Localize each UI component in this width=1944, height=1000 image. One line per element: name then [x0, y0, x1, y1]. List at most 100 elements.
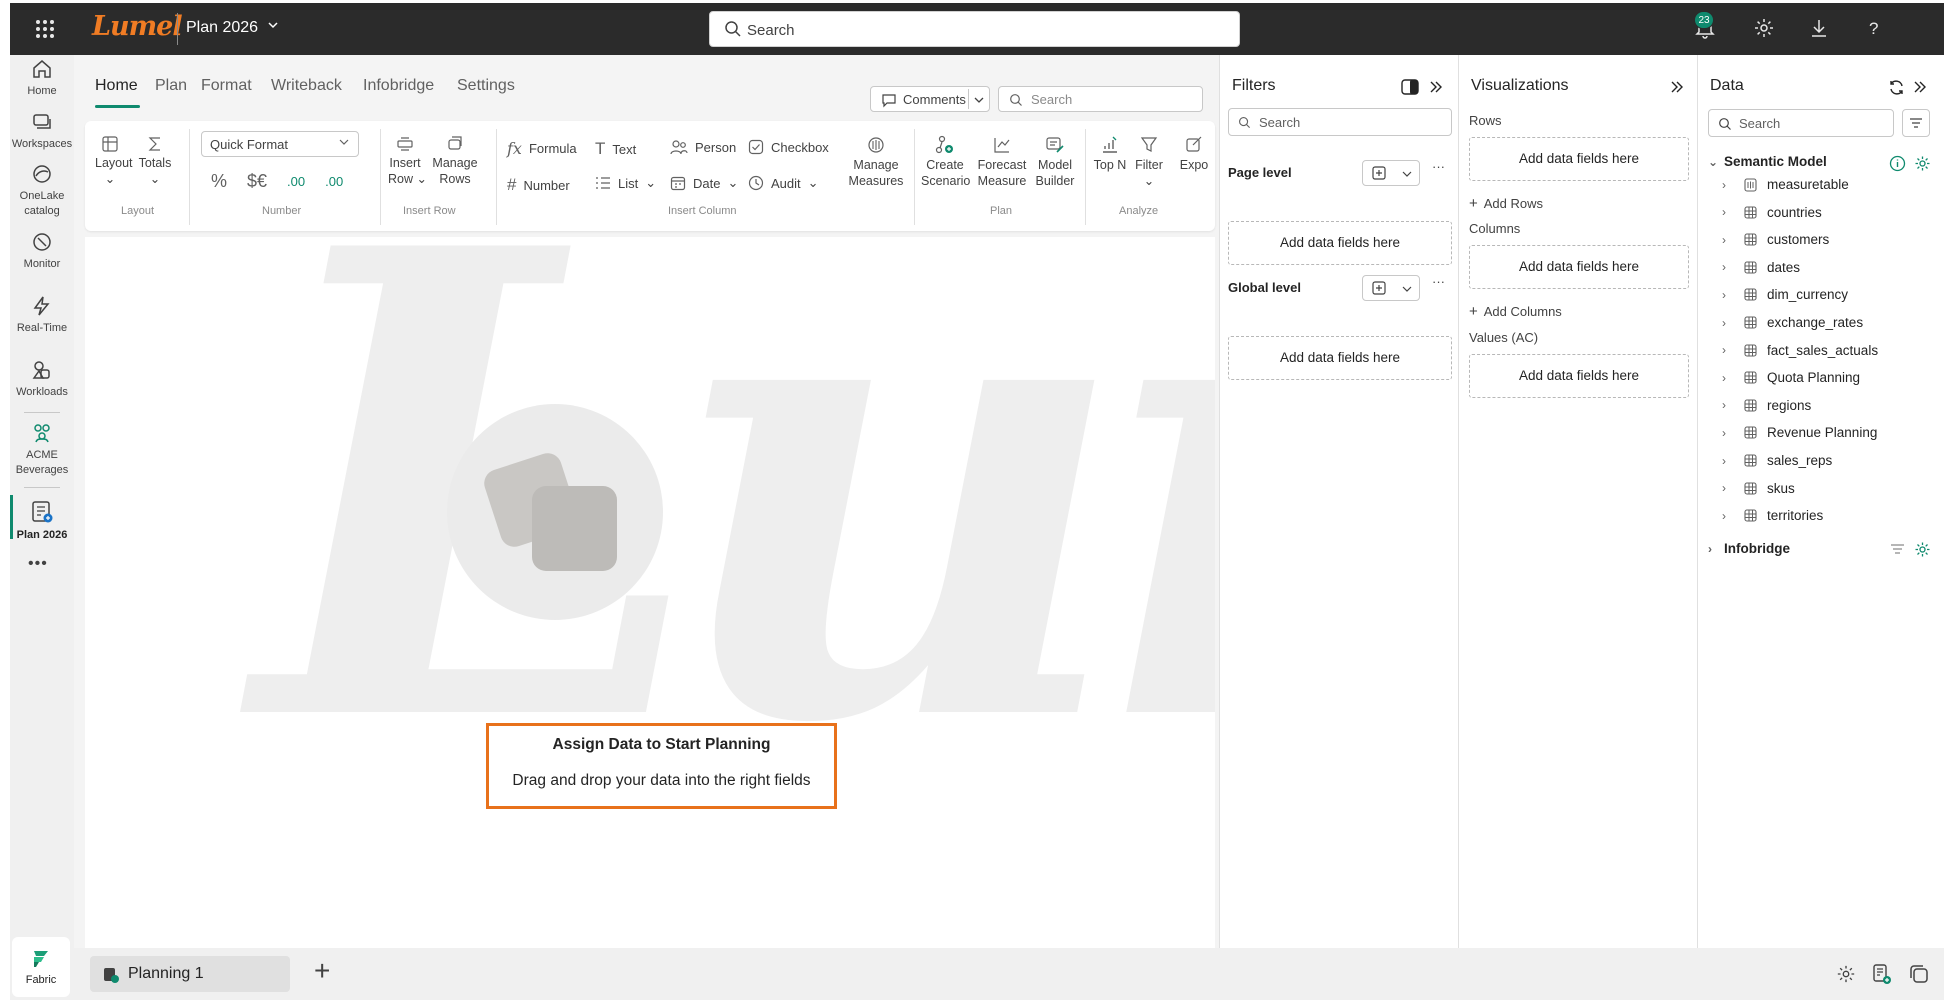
collapse-double-chevron-icon[interactable]	[1428, 79, 1444, 95]
rail-label-onelake-2: catalog	[24, 205, 60, 217]
percent-button[interactable]: %	[211, 171, 227, 192]
data-table-item[interactable]: › territories	[1722, 508, 1823, 523]
manage-measures-button[interactable]: Manage Measures	[848, 135, 904, 189]
data-search-input[interactable]: Search	[1708, 109, 1894, 137]
plan-title[interactable]: Plan 2026	[186, 19, 258, 37]
data-table-item[interactable]: › sales_reps	[1722, 453, 1832, 468]
data-table-item[interactable]: › dim_currency	[1722, 287, 1848, 302]
forecast-measure-button[interactable]: Forecast Measure	[976, 135, 1028, 189]
page-level-more-icon[interactable]: ···	[1432, 159, 1445, 174]
person-column-button[interactable]: Person	[670, 139, 736, 155]
tab-format[interactable]: Format	[201, 77, 252, 95]
increase-decimal-button[interactable]: .00	[325, 174, 343, 189]
insert-row-button[interactable]: Insert Row ⌄	[388, 135, 427, 187]
filter-label: Filter	[1135, 158, 1163, 172]
tab-settings[interactable]: Settings	[457, 77, 515, 95]
rail-item-home[interactable]: Home	[10, 57, 74, 99]
export-button[interactable]: Expo	[1179, 135, 1209, 173]
decrease-decimal-button[interactable]: .00	[287, 174, 305, 189]
rail-item-workloads[interactable]: Workloads	[10, 358, 74, 400]
data-table-item[interactable]: › regions	[1722, 398, 1811, 413]
rows-drop-zone[interactable]: Add data fields here	[1469, 137, 1689, 181]
fabric-switcher[interactable]: Fabric	[12, 937, 70, 997]
values-drop-zone[interactable]: Add data fields here	[1469, 354, 1689, 398]
rail-item-monitor[interactable]: Monitor	[10, 230, 74, 272]
data-table-item[interactable]: › Revenue Planning	[1722, 425, 1877, 440]
chevron-right-icon: ›	[1722, 205, 1726, 220]
model-settings-gear-icon[interactable]	[1914, 155, 1931, 172]
semantic-model-node[interactable]: ⌄ Semantic Model	[1708, 154, 1827, 169]
list-column-button[interactable]: List ⌄	[595, 175, 656, 191]
totals-label: Totals	[138, 156, 172, 170]
collapse-double-chevron-icon[interactable]	[1669, 79, 1685, 95]
data-filter-button[interactable]	[1902, 109, 1930, 137]
tab-writeback[interactable]: Writeback	[271, 77, 342, 95]
model-builder-button[interactable]: Model Builder	[1034, 135, 1076, 189]
global-level-add-filter-button[interactable]	[1362, 275, 1420, 301]
new-plan-icon[interactable]	[1872, 963, 1892, 985]
date-column-button[interactable]: Date ⌄	[670, 175, 738, 191]
chevron-down-icon[interactable]	[266, 18, 280, 35]
layout-button[interactable]: Layout ⌄	[95, 135, 133, 187]
audit-column-button[interactable]: Audit ⌄	[748, 175, 819, 191]
data-table-item[interactable]: › fact_sales_actuals	[1722, 343, 1878, 358]
totals-button[interactable]: Totals ⌄	[138, 135, 172, 187]
page-level-drop-zone[interactable]: Add data fields here	[1228, 221, 1452, 265]
rail-item-acme-beverages[interactable]: ACME Beverages	[10, 421, 74, 478]
infobridge-node[interactable]: › Infobridge	[1708, 541, 1790, 556]
create-scenario-button[interactable]: Create Scenario	[921, 135, 970, 189]
collapse-double-chevron-icon[interactable]	[1912, 79, 1928, 95]
rail-item-realtime[interactable]: Real-Time	[10, 294, 74, 336]
planning-canvas[interactable]: Lumel Assign Data to Start Planning Drag…	[85, 237, 1215, 948]
rail-item-workspaces[interactable]: Workspaces	[10, 110, 74, 152]
comments-button[interactable]: Comments	[870, 86, 990, 112]
data-table-item[interactable]: › skus	[1722, 481, 1795, 496]
infobridge-filter-icon[interactable]	[1890, 543, 1905, 556]
data-table-item[interactable]: › dates	[1722, 260, 1800, 275]
text-column-button[interactable]: T Text	[595, 139, 636, 159]
manage-rows-button[interactable]: Manage Rows	[431, 135, 479, 187]
copy-pages-icon[interactable]	[1908, 963, 1930, 985]
global-level-more-icon[interactable]: ···	[1432, 274, 1445, 289]
add-rows-button[interactable]: + Add Rows	[1469, 195, 1543, 212]
ribbon-search-input[interactable]: Search	[998, 86, 1203, 112]
filter-button[interactable]: Filter ⌄	[1134, 135, 1164, 189]
refresh-icon[interactable]	[1888, 79, 1905, 96]
more-apps-button[interactable]: •••	[28, 555, 48, 573]
data-table-item[interactable]: › countries	[1722, 205, 1822, 220]
rail-item-onelake[interactable]: OneLake catalog	[10, 162, 74, 219]
top-n-button[interactable]: Top N	[1092, 135, 1128, 173]
help-icon[interactable]: ?	[1863, 17, 1885, 41]
app-launcher-icon[interactable]	[36, 20, 54, 38]
global-search-input[interactable]: Search	[709, 11, 1240, 47]
columns-drop-zone[interactable]: Add data fields here	[1469, 245, 1689, 289]
formula-button[interactable]: fx Formula	[507, 139, 577, 158]
filters-search-input[interactable]: Search	[1228, 108, 1452, 136]
data-table-item[interactable]: › customers	[1722, 232, 1829, 247]
add-page-button[interactable]: +	[314, 956, 330, 986]
number-column-button[interactable]: # Number	[507, 175, 570, 195]
add-columns-button[interactable]: + Add Columns	[1469, 303, 1562, 320]
currency-button[interactable]: $€	[247, 171, 267, 192]
chevron-down-icon[interactable]	[973, 94, 985, 106]
settings-gear-icon[interactable]	[1753, 17, 1775, 41]
data-table-item[interactable]: › exchange_rates	[1722, 315, 1863, 330]
rail-item-plan-2026[interactable]: Plan 2026	[10, 499, 74, 543]
tab-plan[interactable]: Plan	[155, 77, 187, 95]
group-separator	[914, 129, 915, 225]
tab-home[interactable]: Home	[95, 77, 138, 95]
quick-format-select[interactable]: Quick Format	[201, 131, 359, 157]
tab-infobridge[interactable]: Infobridge	[363, 77, 434, 95]
checkbox-column-button[interactable]: Checkbox	[748, 139, 829, 155]
data-table-label: regions	[1767, 397, 1812, 413]
data-table-item[interactable]: › measuretable	[1722, 177, 1849, 192]
global-level-drop-zone[interactable]: Add data fields here	[1228, 336, 1452, 380]
infobridge-settings-gear-icon[interactable]	[1914, 541, 1931, 558]
panel-toggle-icon[interactable]	[1401, 79, 1419, 95]
page-tab-planning-1[interactable]: Planning 1	[90, 956, 290, 992]
data-table-item[interactable]: › Quota Planning	[1722, 370, 1860, 385]
download-icon[interactable]	[1808, 17, 1830, 41]
page-level-add-filter-button[interactable]	[1362, 160, 1420, 186]
info-icon[interactable]	[1889, 155, 1906, 172]
page-settings-gear-icon[interactable]	[1836, 964, 1856, 984]
